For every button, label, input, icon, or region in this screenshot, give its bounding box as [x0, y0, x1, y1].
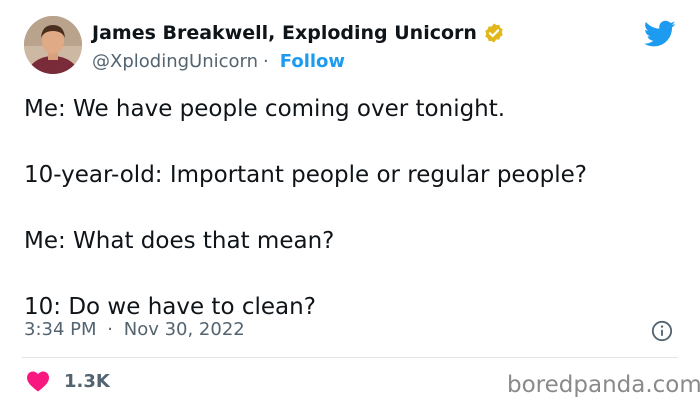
author-name-row: James Breakwell, Exploding Unicorn — [92, 22, 505, 44]
avatar[interactable] — [24, 16, 82, 74]
tweet-line: 10: Do we have to clean? — [24, 294, 316, 320]
tweet-time: 3:34 PM — [24, 319, 97, 340]
verified-badge-icon — [485, 23, 503, 43]
twitter-bird-icon[interactable] — [644, 20, 676, 48]
avatar-photo — [24, 16, 82, 74]
author-handle[interactable]: @XplodingUnicorn — [92, 51, 258, 72]
follow-button[interactable]: Follow — [280, 51, 345, 72]
display-name[interactable]: James Breakwell, Exploding Unicorn — [92, 22, 477, 44]
handle-separator: · — [263, 51, 269, 72]
info-icon[interactable] — [651, 320, 673, 342]
handle-row: @XplodingUnicorn · Follow — [92, 51, 345, 72]
tweet-date: Nov 30, 2022 — [123, 319, 245, 340]
tweet-timestamp[interactable]: 3:34 PM · Nov 30, 2022 — [24, 319, 245, 340]
tweet-line: Me: We have people coming over tonight. — [24, 96, 506, 122]
tweet-card: James Breakwell, Exploding Unicorn @Xplo… — [0, 0, 700, 410]
tweet-line: 10-year-old: Important people or regular… — [24, 162, 587, 188]
timestamp-separator: · — [107, 319, 113, 340]
like-button[interactable]: 1.3K — [26, 370, 110, 392]
heart-icon — [27, 371, 49, 392]
like-count: 1.3K — [64, 370, 110, 392]
watermark: boredpanda.com — [507, 372, 700, 398]
tweet-line: Me: What does that mean? — [24, 228, 335, 254]
divider — [22, 357, 678, 358]
